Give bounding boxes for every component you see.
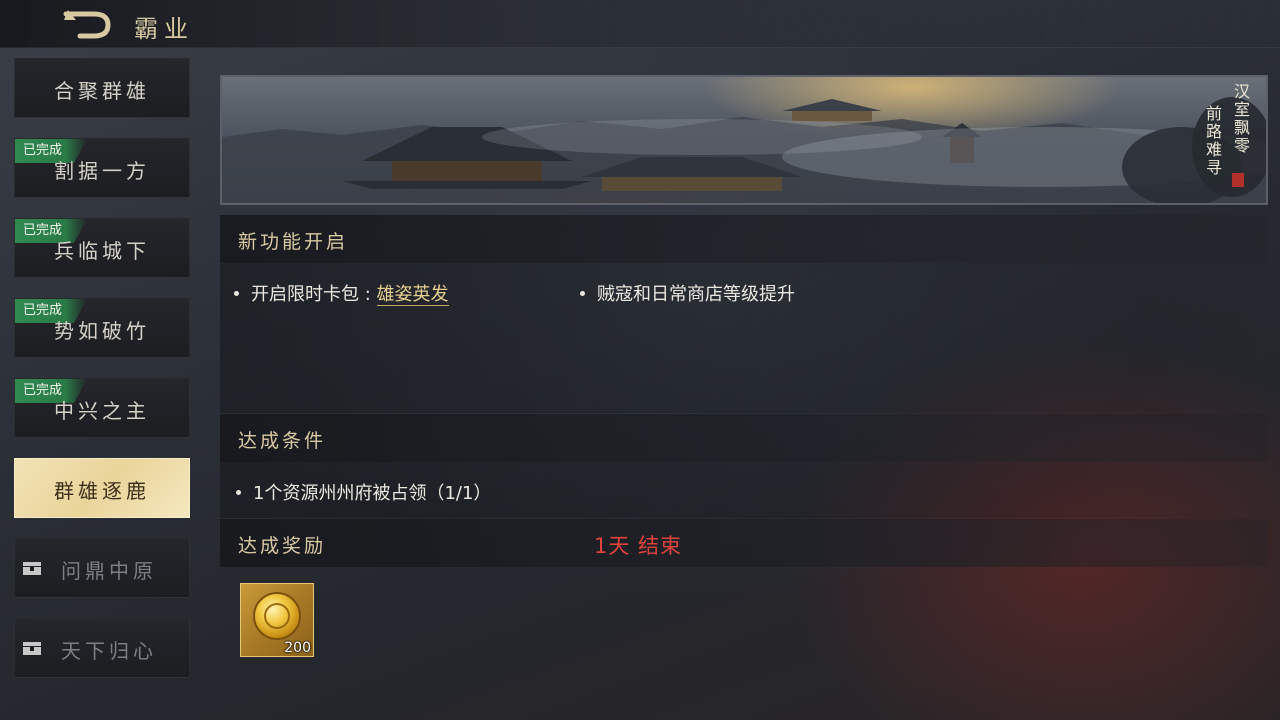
conditions-section-header: 达成条件 bbox=[220, 414, 1268, 462]
conditions-title: 达成条件 bbox=[238, 430, 327, 452]
rewards-section-header: 达成奖励 1天 结束 bbox=[220, 519, 1268, 567]
conditions-section-body: 1个资源州州府被占领（1/1） bbox=[220, 462, 1268, 518]
bullet-dot bbox=[234, 290, 239, 296]
feature-item-text: 开启限时卡包 : bbox=[251, 284, 377, 305]
card-pack-link[interactable]: 雄姿英发 bbox=[376, 284, 449, 306]
page-title: 霸业 bbox=[134, 15, 194, 43]
sidebar-item-wendingzhongyuan[interactable]: 问鼎中原 bbox=[14, 538, 190, 598]
top-bar: 霸业 bbox=[0, 0, 1280, 48]
sidebar-item-gejuyifang[interactable]: 已完成 割据一方 bbox=[14, 138, 190, 198]
rewards-countdown: 1天 结束 bbox=[594, 534, 683, 558]
sidebar-item-label: 群雄逐鹿 bbox=[54, 479, 150, 503]
bullet-dot bbox=[236, 489, 241, 495]
feature-item-text: 贼寇和日常商店等级提升 bbox=[597, 284, 795, 305]
poem-line-2: 前路难寻 bbox=[1203, 105, 1222, 177]
red-seal-stamp bbox=[1232, 173, 1244, 187]
sidebar-item-label: 合聚群雄 bbox=[54, 79, 150, 103]
feature-item-card-pack: 开启限时卡包 : 雄姿英发 bbox=[234, 280, 449, 306]
sidebar-item-shirupozhu[interactable]: 已完成 势如破竹 bbox=[14, 298, 190, 358]
sidebar-item-label: 兵临城下 bbox=[54, 239, 150, 263]
banner-poem: 汉室飘零 前路难寻 bbox=[1200, 83, 1252, 177]
features-section-body: 开启限时卡包 : 雄姿英发 贼寇和日常商店等级提升 bbox=[220, 263, 1268, 413]
back-arrow-icon bbox=[63, 10, 111, 39]
palace-scene-illustration bbox=[222, 97, 1266, 203]
reward-item-gold[interactable]: 200 bbox=[240, 583, 314, 657]
sidebar-item-label: 势如破竹 bbox=[54, 319, 150, 343]
sidebar-item-label: 中兴之主 bbox=[54, 399, 150, 423]
sidebar-item-label: 天下归心 bbox=[61, 639, 157, 663]
sidebar-item-binglinchengxia[interactable]: 已完成 兵临城下 bbox=[14, 218, 190, 278]
coin-emblem bbox=[264, 603, 290, 629]
feature-item-shop-upgrade: 贼寇和日常商店等级提升 bbox=[580, 280, 795, 306]
reward-count: 200 bbox=[284, 640, 311, 656]
features-section-header: 新功能开启 bbox=[220, 215, 1268, 263]
sidebar-item-hejuqunxiong[interactable]: 合聚群雄 bbox=[14, 58, 190, 118]
bullet-dot bbox=[580, 290, 585, 296]
features-title: 新功能开启 bbox=[238, 231, 349, 253]
gold-coin-icon bbox=[253, 592, 301, 640]
rewards-title: 达成奖励 bbox=[238, 535, 327, 557]
condition-item-text: 1个资源州州府被占领（1/1） bbox=[253, 483, 492, 504]
poem-line-1: 汉室飘零 bbox=[1231, 83, 1250, 155]
sidebar-item-tianxiaguixin[interactable]: 天下归心 bbox=[14, 618, 190, 678]
sidebar-item-label: 问鼎中原 bbox=[61, 559, 157, 583]
back-button[interactable] bbox=[60, 8, 120, 40]
chapter-banner-image: 汉室飘零 前路难寻 bbox=[220, 75, 1268, 205]
condition-item: 1个资源州州府被占领（1/1） bbox=[236, 479, 491, 505]
sidebar-item-qunxiongzhulu[interactable]: 群雄逐鹿 bbox=[14, 458, 190, 518]
sidebar-item-zhongxingzhizhu[interactable]: 已完成 中兴之主 bbox=[14, 378, 190, 438]
sidebar-item-label: 割据一方 bbox=[54, 159, 150, 183]
